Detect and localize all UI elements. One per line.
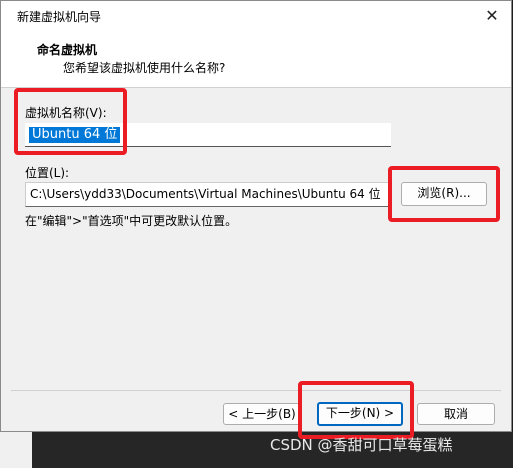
location-hint: 在"编辑">"首选项"中可更改默认位置。 (25, 214, 238, 228)
watermark-text: CSDN @香甜可口草莓蛋糕 (270, 436, 453, 454)
highlight-box-next (298, 381, 414, 439)
highlight-box-name (14, 88, 127, 155)
wizard-header: 命名虚拟机 您希望该虚拟机使用什么名称? (1, 31, 511, 88)
footer-divider (11, 390, 501, 391)
title-bar: 新建虚拟机向导 ✕ (1, 1, 511, 31)
page-subtitle: 您希望该虚拟机使用什么名称? (63, 61, 226, 75)
window-title: 新建虚拟机向导 (17, 10, 102, 24)
location-input[interactable]: C:\Users\ydd33\Documents\Virtual Machine… (25, 182, 391, 207)
location-label: 位置(L): (25, 166, 70, 180)
page-title: 命名虚拟机 (37, 43, 98, 57)
background-left (0, 432, 32, 468)
highlight-box-browse (388, 166, 500, 222)
cancel-button[interactable]: 取消 (417, 403, 495, 425)
close-icon[interactable]: ✕ (479, 4, 505, 28)
back-button[interactable]: < 上一步(B) (223, 403, 301, 425)
